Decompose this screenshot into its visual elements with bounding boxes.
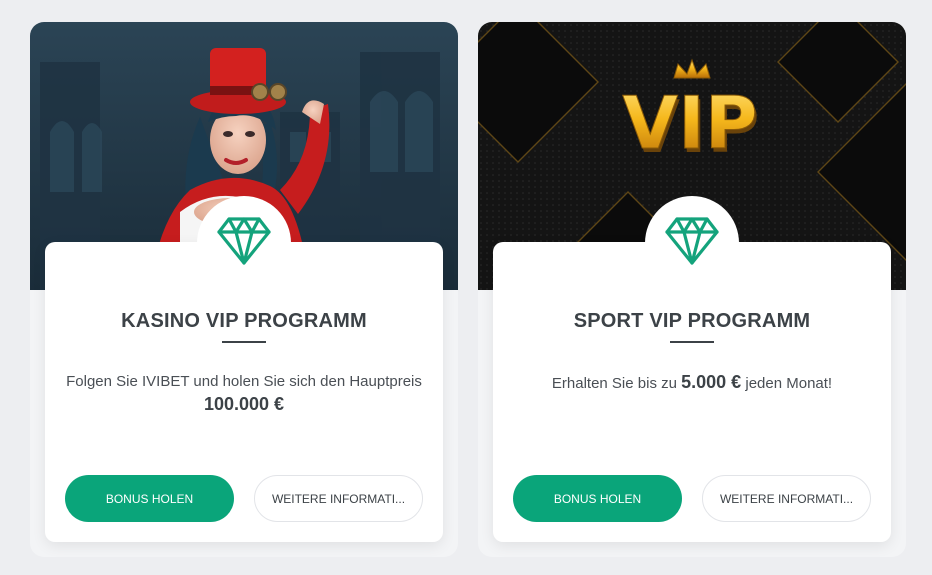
casino-content-box: KASINO VIP PROGRAMM Folgen Sie IVIBET un… xyxy=(45,196,443,542)
casino-vip-card: KASINO VIP PROGRAMM Folgen Sie IVIBET un… xyxy=(30,22,458,557)
description-suffix: jeden Monat! xyxy=(745,375,833,392)
diamond-badge xyxy=(197,196,291,290)
vip-logo-text: VIP xyxy=(622,81,757,165)
more-info-button[interactable]: WEITERE INFORMATI... xyxy=(254,475,423,522)
card-title: KASINO VIP PROGRAMM xyxy=(121,310,367,332)
card-title: SPORT VIP PROGRAMM xyxy=(573,310,811,332)
get-bonus-button[interactable]: BONUS HOLEN xyxy=(513,475,682,522)
get-bonus-button[interactable]: BONUS HOLEN xyxy=(65,475,234,522)
sport-content-box: SPORT VIP PROGRAMM Erhalten Sie bis zu 5… xyxy=(493,196,891,542)
card-description: Erhalten Sie bis zu 5.000 € jeden Monat! xyxy=(503,371,881,395)
description-prefix: Erhalten Sie bis zu xyxy=(551,375,677,392)
description-text: Folgen Sie IVIBET und holen Sie sich den… xyxy=(66,373,422,390)
more-info-button[interactable]: WEITERE INFORMATI... xyxy=(702,475,871,522)
prize-amount: 100.000 € xyxy=(203,394,285,414)
diamond-icon xyxy=(664,216,720,271)
prize-amount: 5.000 € xyxy=(681,372,742,392)
sport-vip-card: VIP VIP SPORT VIP PROGRAMM Erhalten Sie … xyxy=(478,22,906,557)
title-divider xyxy=(222,341,266,343)
card-description: Folgen Sie IVIBET und holen Sie sich den… xyxy=(55,371,433,415)
title-divider xyxy=(670,341,714,343)
diamond-badge xyxy=(645,196,739,290)
diamond-icon xyxy=(216,216,272,271)
